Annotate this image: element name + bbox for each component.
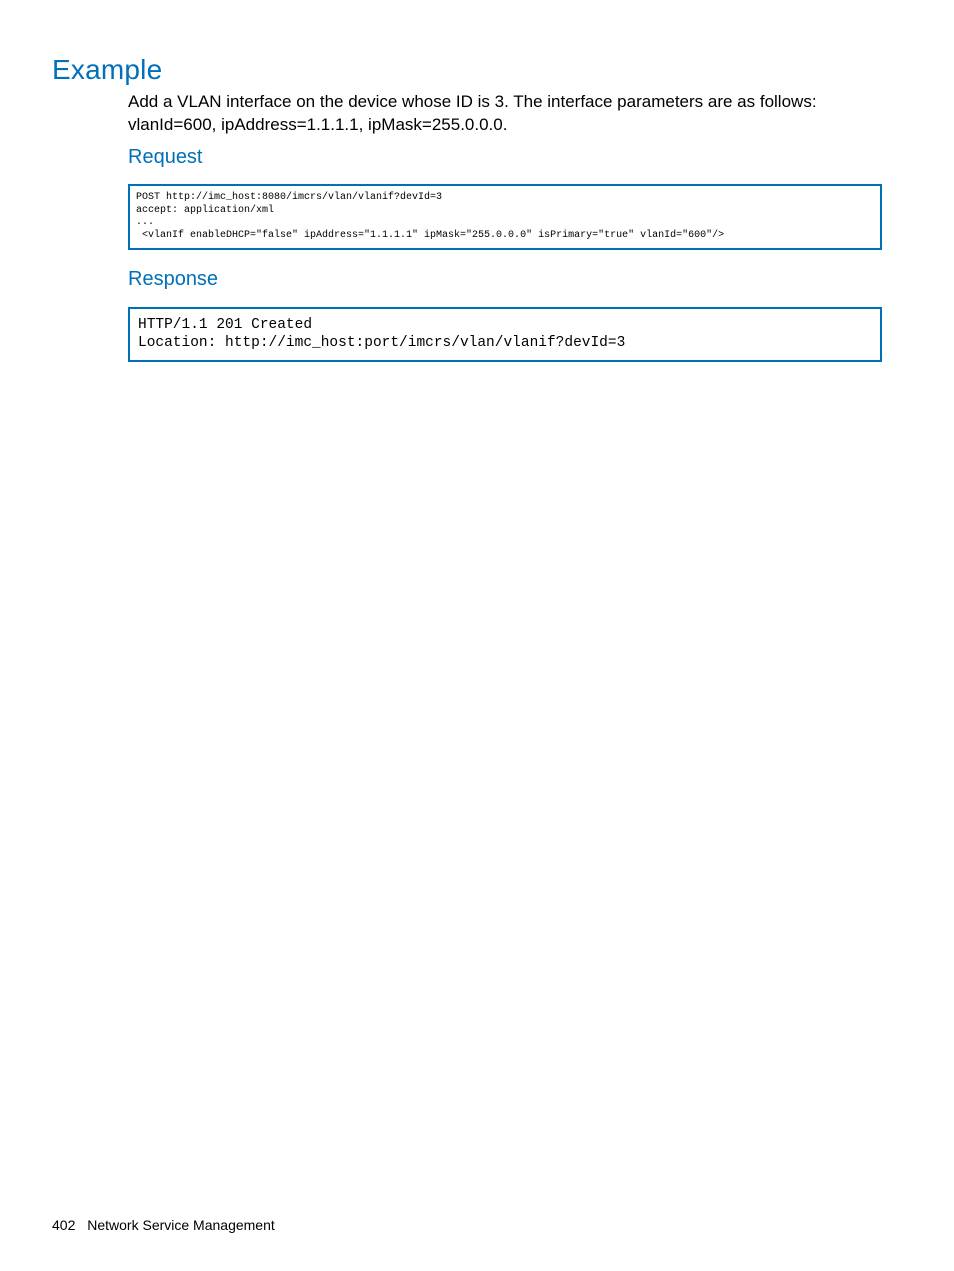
page-number: 402 [52, 1217, 75, 1233]
response-code-box: HTTP/1.1 201 Created Location: http://im… [128, 307, 882, 362]
request-code-box: POST http://imc_host:8080/imcrs/vlan/vla… [128, 184, 882, 250]
response-code: HTTP/1.1 201 Created Location: http://im… [138, 316, 872, 352]
footer-section-title: Network Service Management [87, 1217, 275, 1233]
heading-response: Response [128, 268, 218, 291]
page: Example Add a VLAN interface on the devi… [0, 0, 954, 1271]
page-footer: 402 Network Service Management [52, 1217, 275, 1233]
heading-example: Example [52, 54, 162, 86]
request-code: POST http://imc_host:8080/imcrs/vlan/vla… [136, 192, 874, 242]
intro-paragraph: Add a VLAN interface on the device whose… [128, 91, 888, 137]
heading-request: Request [128, 146, 203, 169]
